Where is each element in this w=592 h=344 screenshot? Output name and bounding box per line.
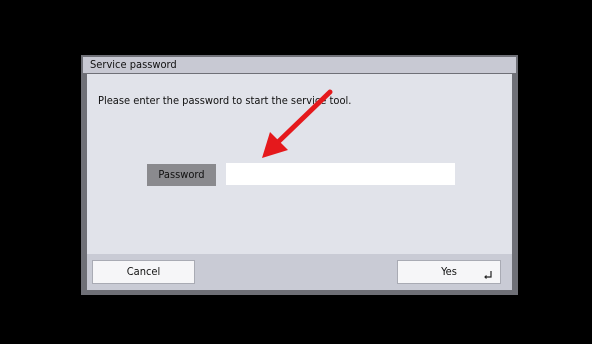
cancel-button[interactable]: Cancel [92,260,195,284]
password-label: Password [147,164,216,186]
device-screen: Service password Please enter the passwo… [0,0,592,344]
dialog-body: Please enter the password to start the s… [87,74,512,290]
yes-button-label: Yes [441,265,457,278]
dialog-title: Service password [83,57,516,73]
dialog-message: Please enter the password to start the s… [98,94,352,107]
password-field[interactable] [226,163,455,185]
yes-button[interactable]: Yes [397,260,501,284]
cancel-button-label: Cancel [126,265,161,278]
service-password-dialog: Service password Please enter the passwo… [81,55,518,295]
enter-icon [484,271,492,279]
